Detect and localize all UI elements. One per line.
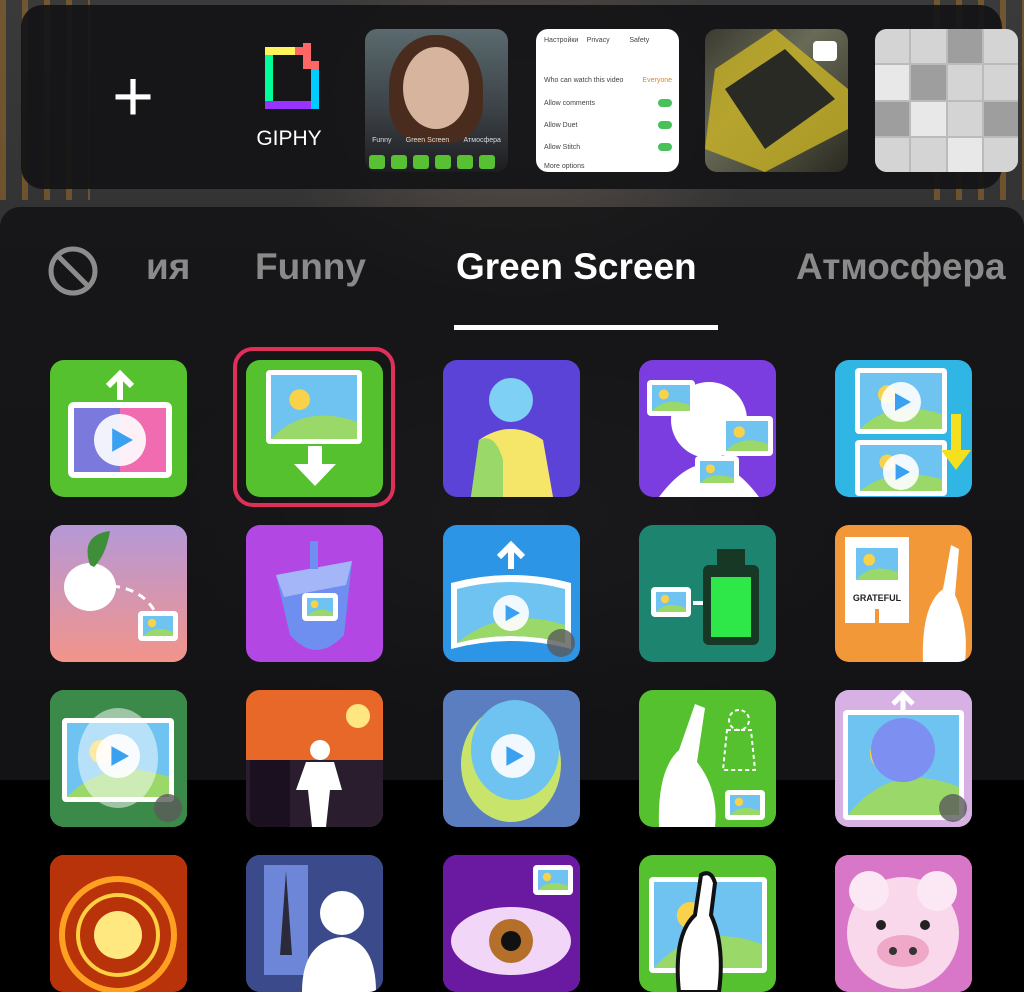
download-icon xyxy=(939,794,967,822)
radish-effect-icon xyxy=(50,525,187,662)
video-stack-effect-icon xyxy=(855,368,971,496)
wave-outline-effect[interactable] xyxy=(639,690,776,827)
multi-photo-effect-icon xyxy=(647,380,773,497)
egg-video-effect[interactable] xyxy=(443,690,580,827)
download-icon xyxy=(547,629,575,657)
eye-effect[interactable] xyxy=(443,855,580,992)
fire-ring-effect-icon xyxy=(50,855,187,992)
gallery-thumb-machine[interactable] xyxy=(705,29,848,172)
egg-video-effect-icon xyxy=(461,700,561,822)
oval-video-effect[interactable] xyxy=(50,690,187,827)
active-tab-indicator xyxy=(454,325,718,330)
pig-face-effect[interactable] xyxy=(835,855,972,992)
double-video-effect[interactable] xyxy=(835,690,972,827)
tab-atmosfera[interactable]: Атмосфера xyxy=(796,246,1006,288)
thumb-mini-tabs: Funny Green Screen Атмосфера xyxy=(372,137,501,144)
panorama-video-effect[interactable] xyxy=(443,525,580,662)
fire-ring-effect[interactable] xyxy=(50,855,187,992)
tab-previous-category[interactable]: ия xyxy=(146,246,190,288)
selected-effect-outline xyxy=(233,347,395,507)
upload-video-effect-icon xyxy=(68,369,172,478)
download-icon xyxy=(154,794,182,822)
person-photo-effect[interactable] xyxy=(443,360,580,497)
grateful-effect-icon: GRATEFUL xyxy=(845,537,966,662)
lantern-effect[interactable] xyxy=(639,525,776,662)
wave-outline-effect-icon xyxy=(658,704,765,827)
hand-photo-effect[interactable] xyxy=(639,855,776,992)
dreidel-photo-effect-icon xyxy=(276,541,352,650)
thumb-mini-icons xyxy=(369,155,495,169)
eye-effect-icon xyxy=(443,855,580,992)
halloween-effect[interactable] xyxy=(246,690,383,827)
lantern-effect-icon xyxy=(651,549,759,645)
dreidel-photo-effect[interactable] xyxy=(246,525,383,662)
giphy-button[interactable]: GIPHY xyxy=(229,39,349,159)
thumb-face xyxy=(403,47,469,129)
add-media-button[interactable]: + xyxy=(85,49,181,145)
multi-photo-effect[interactable] xyxy=(639,360,776,497)
thumb-machine-image xyxy=(705,29,848,172)
giphy-label: GIPHY xyxy=(256,127,322,150)
no-effect-icon[interactable] xyxy=(47,245,99,297)
person-photo-effect-icon xyxy=(471,378,553,497)
gallery-thumb-settings[interactable]: Настройки Privacy Safety Who can watch t… xyxy=(536,29,679,172)
radish-effect[interactable] xyxy=(50,525,187,662)
gallery-thumb-collage[interactable] xyxy=(875,29,1018,172)
tower-effect-icon xyxy=(246,855,383,992)
giphy-icon xyxy=(265,43,319,109)
video-stack-effect[interactable] xyxy=(835,360,972,497)
upload-video-effect[interactable] xyxy=(50,360,187,497)
hand-photo-effect-icon xyxy=(649,871,767,992)
gallery-thumb-selfie[interactable]: Funny Green Screen Атмосфера xyxy=(365,29,508,172)
media-picker-bar: + GIPHY Funny Green Screen Атмосфера Нас… xyxy=(21,5,1018,189)
svg-text:GRATEFUL: GRATEFUL xyxy=(853,593,902,603)
grateful-effect[interactable]: GRATEFUL xyxy=(835,525,972,662)
thumb-collage-grid xyxy=(875,29,1018,172)
tower-effect[interactable] xyxy=(246,855,383,992)
tab-funny[interactable]: Funny xyxy=(255,246,366,288)
pig-face-effect-icon xyxy=(835,855,972,992)
tab-green-screen[interactable]: Green Screen xyxy=(456,246,697,288)
halloween-effect-icon xyxy=(246,690,383,827)
